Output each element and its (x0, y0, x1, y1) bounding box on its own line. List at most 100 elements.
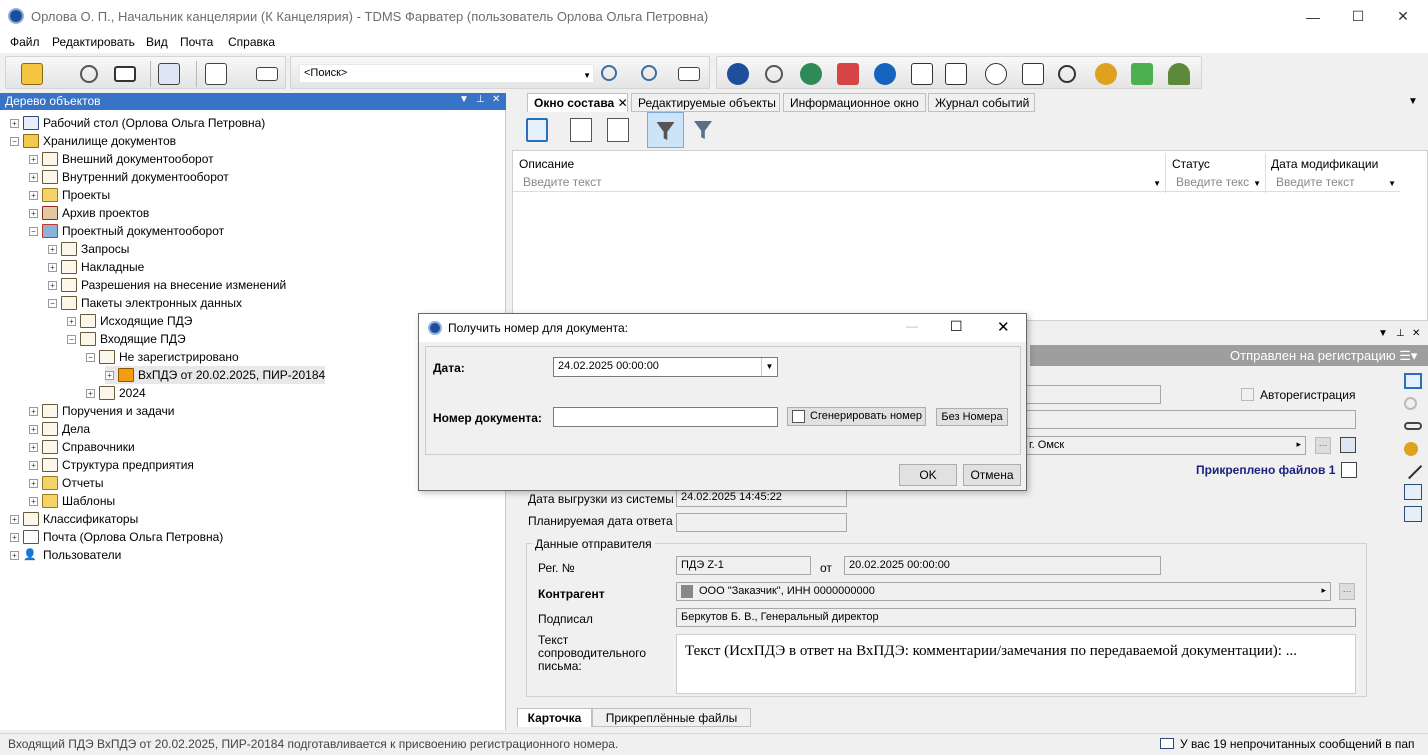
filter-modified-input[interactable]: Введите текст ▼ (1266, 173, 1400, 192)
edit-pen-icon[interactable] (1403, 460, 1423, 480)
expander-icon[interactable]: + (10, 514, 19, 524)
no-number-button[interactable]: Без Номера (936, 408, 1008, 426)
column-header-description[interactable]: Описание (519, 157, 574, 171)
link-icon[interactable] (1404, 422, 1422, 430)
planned-answer-field[interactable] (676, 513, 847, 532)
expander-icon[interactable]: + (29, 442, 38, 452)
window-icon[interactable] (114, 66, 136, 82)
tree-node[interactable]: + Исходящие ПДЭ (67, 312, 192, 330)
tree-node[interactable]: + Запросы (48, 240, 129, 258)
expander-icon[interactable]: + (29, 460, 38, 470)
tree-node[interactable]: + Проекты (29, 186, 110, 204)
tabs-dropdown-icon[interactable]: ▼ (1408, 96, 1418, 107)
tree-node[interactable]: − Проектный документооборот (29, 222, 224, 240)
attached-files-link[interactable]: Прикреплено файлов 1 (1196, 463, 1335, 477)
counterparty-browse-button[interactable]: … (1339, 583, 1355, 600)
chevron-down-icon[interactable]: ▼ (761, 358, 777, 376)
chevron-right-icon[interactable]: ▸ (1321, 585, 1326, 596)
ok-button[interactable]: OK (899, 464, 957, 486)
search-mail-icon[interactable] (678, 67, 700, 81)
tree-node[interactable]: + ВхПДЭ от 20.02.2025, ПИР-20184 (105, 366, 326, 384)
chevron-down-icon[interactable]: ▼ (1153, 179, 1161, 188)
city-browse-button[interactable]: … (1315, 437, 1331, 454)
expander-icon[interactable]: + (29, 406, 38, 416)
user-icon[interactable] (1168, 63, 1190, 85)
generate-number-button[interactable]: Сгенерировать номер (787, 407, 926, 426)
cover-letter-text[interactable]: Текст (ИсхПДЭ в ответ на ВхПДЭ: коммента… (676, 634, 1356, 694)
expander-icon[interactable]: + (29, 190, 38, 200)
tree-node[interactable]: − Пакеты электронных данных (48, 294, 242, 312)
tree-node[interactable]: + Рабочий стол (Орлова Ольга Петровна) (10, 114, 265, 132)
dialog-close-button[interactable]: ✕ (997, 318, 1010, 336)
chevron-down-icon[interactable]: ▼ (583, 71, 591, 80)
filter-description-input[interactable]: Введите текст ▼ (513, 173, 1165, 192)
expander-icon[interactable]: + (48, 280, 57, 290)
maximize-button[interactable]: ☐ (1335, 0, 1381, 33)
structure-icon[interactable] (1131, 63, 1153, 85)
expander-icon[interactable]: − (10, 136, 19, 146)
card-view-icon[interactable] (1404, 373, 1422, 389)
signed-field[interactable]: Беркутов Б. В., Генеральный директор (676, 608, 1356, 627)
tab-info-window[interactable]: Информационное окно (783, 93, 926, 112)
expander-icon[interactable]: + (48, 244, 57, 254)
attached-files-icon[interactable] (1341, 462, 1357, 478)
expander-icon[interactable]: + (67, 316, 76, 326)
search-folder-icon[interactable] (601, 65, 617, 81)
chevron-down-icon[interactable]: ▼ (1253, 179, 1261, 188)
menu-edit[interactable]: Редактировать (52, 35, 135, 49)
column-header-status[interactable]: Статус (1172, 157, 1210, 171)
panel-close-icon[interactable]: ✕ (492, 94, 500, 105)
tree-node[interactable]: + Архив проектов (29, 204, 149, 222)
dialog-minimize-button[interactable]: — (906, 319, 918, 333)
city-search-icon[interactable] (1340, 437, 1356, 453)
filter-settings-icon[interactable] (694, 121, 712, 139)
dialog-maximize-button[interactable]: ☐ (950, 318, 963, 335)
expander-icon[interactable]: + (29, 208, 38, 218)
find-in-list-icon[interactable] (570, 118, 592, 142)
tab-attached-files[interactable]: Прикреплённые файлы (592, 708, 751, 727)
globe-icon[interactable] (1058, 65, 1076, 83)
filter-toggle-button[interactable] (647, 112, 684, 148)
expander-icon[interactable]: − (86, 352, 95, 362)
panel-close-icon[interactable]: ✕ (1412, 328, 1420, 339)
tree-node[interactable]: − Не зарегистрировано (86, 348, 239, 366)
cancel-button[interactable]: Отмена (963, 464, 1021, 486)
navigate-up-icon[interactable] (526, 118, 548, 142)
tree-node[interactable]: + Внутренний документооборот (29, 168, 229, 186)
refresh-object-icon[interactable] (765, 65, 783, 83)
autoreg-checkbox[interactable] (1241, 388, 1254, 401)
search-input[interactable]: <Поиск> ▼ (299, 64, 594, 83)
tab-composition[interactable]: Окно состава ✕ (527, 93, 628, 112)
send-mail-icon[interactable] (256, 67, 278, 81)
tree-node[interactable]: + Накладные (48, 258, 144, 276)
document-up-icon[interactable] (945, 63, 967, 85)
properties-icon[interactable] (158, 63, 180, 85)
mail-edit-icon[interactable] (205, 63, 227, 85)
settings-doc-icon[interactable] (1404, 506, 1422, 522)
tree-node[interactable]: + Внешний документооборот (29, 150, 214, 168)
minimize-button[interactable]: — (1290, 0, 1336, 33)
versions-icon[interactable] (1404, 484, 1422, 500)
tab-event-log[interactable]: Журнал событий (928, 93, 1035, 112)
tree-node[interactable]: + Разрешения на внесение изменений (48, 276, 286, 294)
document-down-icon[interactable] (911, 63, 933, 85)
export-excel-icon[interactable] (607, 118, 629, 142)
tree-node[interactable]: + Классификаторы (10, 510, 138, 528)
expander-icon[interactable]: + (105, 370, 114, 380)
app-home-icon[interactable] (727, 63, 749, 85)
tree-node[interactable]: + Отчеты (29, 474, 103, 492)
mail-open-icon[interactable] (1022, 63, 1044, 85)
expander-icon[interactable]: + (29, 154, 38, 164)
close-window-button[interactable]: ✕ (1380, 0, 1426, 33)
from-date-field[interactable]: 20.02.2025 00:00:00 (844, 556, 1161, 575)
menu-view[interactable]: Вид (146, 35, 168, 49)
close-tab-icon[interactable]: ✕ (618, 96, 628, 110)
expander-icon[interactable]: + (29, 424, 38, 434)
expander-icon[interactable]: + (10, 118, 19, 128)
doc-number-input[interactable] (553, 407, 778, 427)
menu-mail[interactable]: Почта (180, 35, 213, 49)
expander-icon[interactable]: + (48, 262, 57, 272)
chevron-right-icon[interactable]: ▸ (1296, 439, 1301, 450)
expander-icon[interactable]: + (29, 478, 38, 488)
chevron-down-icon[interactable]: ▼ (1388, 179, 1396, 188)
